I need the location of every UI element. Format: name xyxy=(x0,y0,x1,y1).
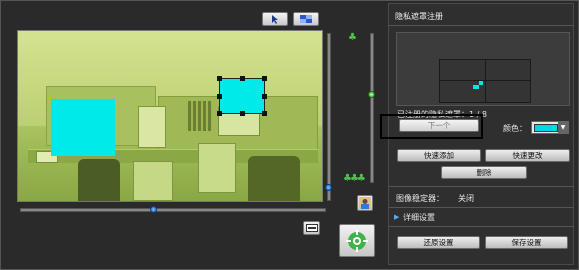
tilt-slider[interactable] xyxy=(325,33,332,201)
privacy-mask-selected[interactable] xyxy=(217,76,267,116)
wide-tree-icon: ♣♣♣ xyxy=(343,173,366,184)
preview-mask xyxy=(479,81,483,85)
pointer-tool-button[interactable] xyxy=(262,12,288,26)
ptz-home-button[interactable] xyxy=(339,224,375,257)
stabilizer-value: 关闭 xyxy=(458,194,474,203)
panel-title: 隐私遮罩注册 xyxy=(395,12,443,21)
resize-handle[interactable] xyxy=(217,111,222,116)
save-settings-button[interactable]: 保存设置 xyxy=(485,236,568,249)
resize-handle[interactable] xyxy=(217,76,222,81)
resize-handle[interactable] xyxy=(262,76,267,81)
pan-slider[interactable] xyxy=(20,206,326,213)
chevron-down-icon: ▼ xyxy=(558,122,568,133)
screen-icon xyxy=(305,224,318,232)
color-select[interactable]: ▼ xyxy=(531,121,569,134)
display-toggle-button[interactable] xyxy=(303,221,320,235)
resize-handle[interactable] xyxy=(240,76,245,81)
zoom-slider-knob[interactable] xyxy=(368,91,375,98)
stabilizer-label: 图像稳定器： xyxy=(396,194,444,203)
mask-preview xyxy=(396,32,570,106)
color-label: 颜色： xyxy=(503,124,527,133)
delete-button[interactable]: 删除 xyxy=(441,166,527,179)
resize-handle[interactable] xyxy=(262,111,267,116)
crosshair-icon xyxy=(346,229,368,252)
quick-change-button[interactable]: 快速更改 xyxy=(485,149,570,162)
details-label: 详细设置 xyxy=(403,213,435,222)
resize-handle[interactable] xyxy=(217,94,222,99)
highlight-box xyxy=(380,114,483,139)
resize-handle[interactable] xyxy=(240,111,245,116)
details-expander[interactable]: ▶ 详细设置 xyxy=(388,209,574,224)
pan-slider-knob[interactable] xyxy=(150,206,157,213)
preview-mask xyxy=(473,85,479,89)
layout-icon xyxy=(300,15,312,23)
zoom-slider[interactable] xyxy=(368,33,375,183)
restore-settings-button[interactable]: 还原设置 xyxy=(397,236,480,249)
camera-video-view[interactable] xyxy=(17,30,323,202)
person-icon xyxy=(359,197,371,209)
tilt-slider-knob[interactable] xyxy=(325,184,332,191)
color-swatch xyxy=(534,124,558,132)
pointer-icon xyxy=(272,15,278,24)
layout-tool-button[interactable] xyxy=(293,12,319,26)
tele-tree-icon: ♣ xyxy=(348,32,357,43)
resize-handle[interactable] xyxy=(262,94,267,99)
person-snapshot-button[interactable] xyxy=(357,195,373,211)
privacy-mask-1[interactable] xyxy=(51,99,115,156)
quick-add-button[interactable]: 快速添加 xyxy=(397,149,481,162)
expand-arrow-icon: ▶ xyxy=(394,213,400,221)
